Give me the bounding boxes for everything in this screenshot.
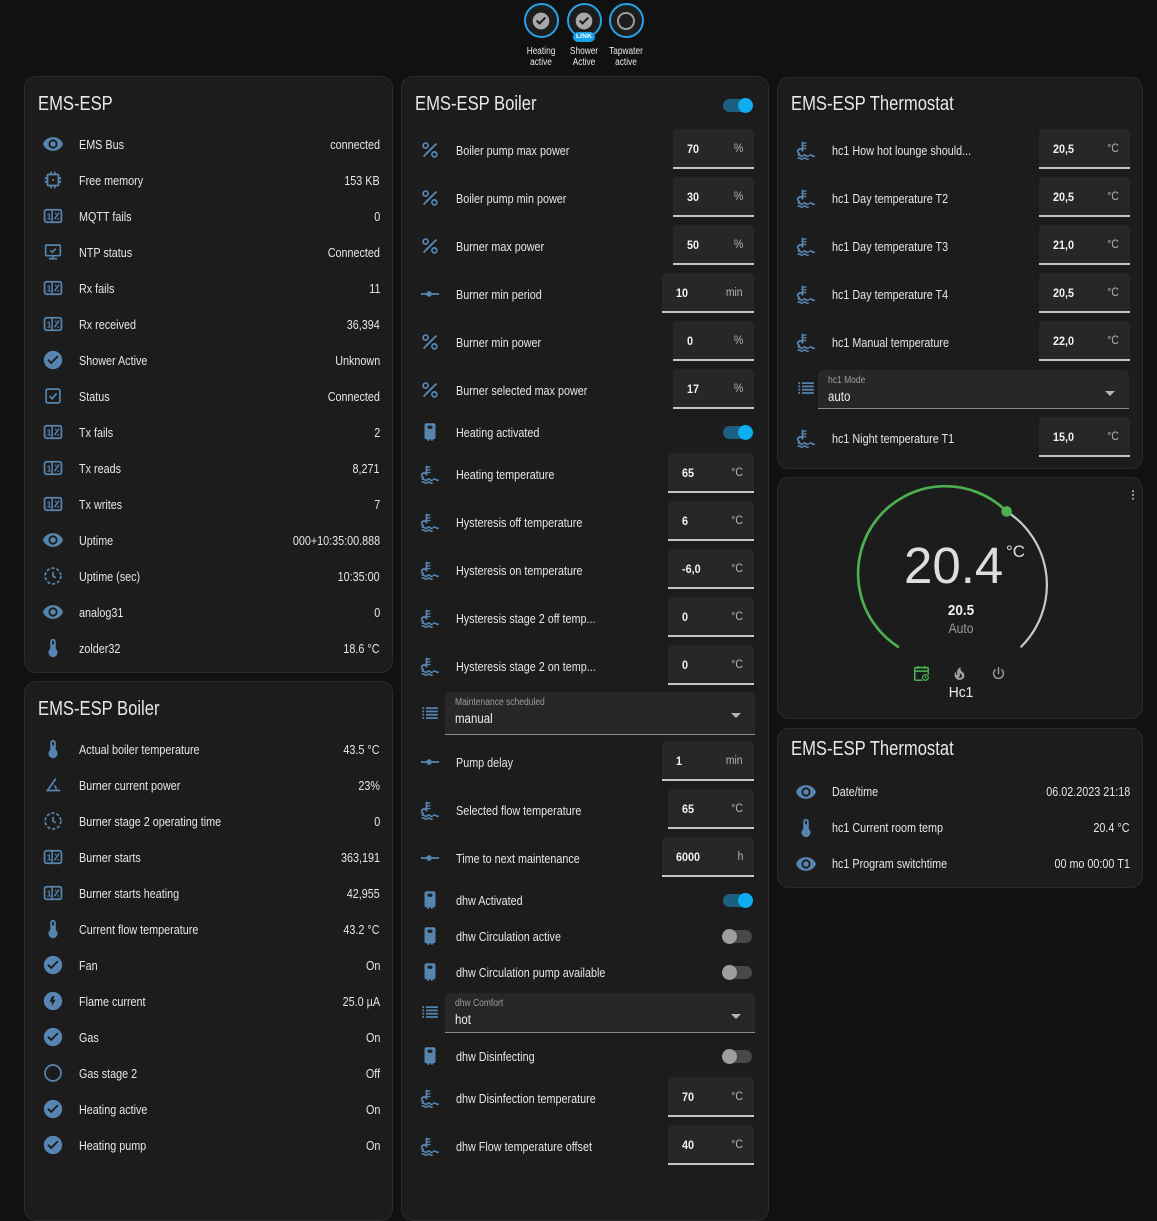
svg-text:1: 1 <box>47 888 52 898</box>
svg-text:1: 1 <box>47 427 52 437</box>
svg-text:1: 1 <box>47 499 52 509</box>
svg-text:1: 1 <box>47 319 52 329</box>
svg-text:1: 1 <box>47 463 52 473</box>
svg-text:1: 1 <box>47 283 52 293</box>
svg-text:1: 1 <box>47 852 52 862</box>
svg-text:1: 1 <box>47 211 52 221</box>
